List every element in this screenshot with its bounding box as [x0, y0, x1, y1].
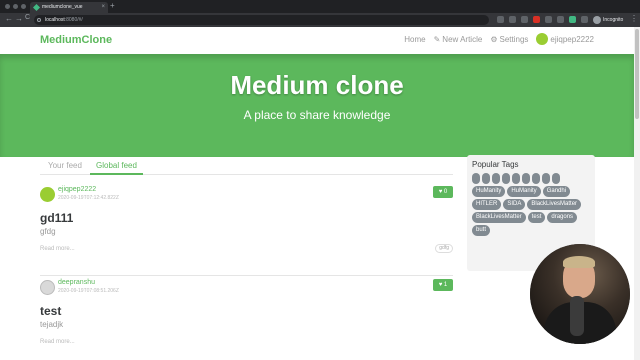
- vue-favicon-icon: [32, 3, 41, 12]
- key-icon[interactable]: [497, 16, 504, 23]
- tab-your-feed[interactable]: Your feed: [42, 160, 88, 175]
- nav-home-link[interactable]: Home: [404, 35, 425, 44]
- article-title[interactable]: gd111: [40, 211, 73, 225]
- tag-pill[interactable]: BlackLivesMatter: [527, 199, 582, 210]
- avatar[interactable]: [40, 280, 55, 295]
- microphone: [570, 296, 584, 336]
- reload-icon[interactable]: C: [25, 14, 30, 21]
- tag-list: HuManity HuManity Gandhi HITLER SIDA Bla…: [472, 173, 590, 236]
- puzzle-icon[interactable]: [581, 16, 588, 23]
- url-host: localhost: [45, 17, 65, 23]
- vue-devtools-icon[interactable]: [569, 16, 576, 23]
- tag-pill[interactable]: [532, 173, 540, 184]
- tag-pill[interactable]: BlackLivesMatter: [472, 212, 526, 223]
- extension-icon[interactable]: [521, 16, 528, 23]
- read-more-link[interactable]: Read more...: [40, 246, 75, 252]
- tag-pill[interactable]: [492, 173, 500, 184]
- back-icon[interactable]: ←: [5, 14, 13, 23]
- article-author[interactable]: ejiqpep2222: [58, 186, 96, 193]
- article-date: 2020-09-19T07:12:42.822Z: [58, 195, 119, 201]
- tag-pill[interactable]: test: [527, 212, 546, 223]
- avatar: [536, 33, 549, 45]
- extension-icon[interactable]: [533, 16, 540, 23]
- favorite-button[interactable]: ♥ 1: [433, 279, 453, 291]
- nav-new-article-link[interactable]: ✎ New Article: [434, 35, 483, 44]
- tag-pill[interactable]: HITLER: [472, 199, 502, 210]
- favorite-button[interactable]: ♥ 0: [433, 186, 453, 198]
- tag-pill[interactable]: Gandhi: [542, 186, 571, 197]
- nav-home-label: Home: [404, 34, 426, 44]
- tab-global-feed[interactable]: Global feed: [90, 160, 143, 175]
- window-controls[interactable]: [5, 4, 26, 9]
- webcam-overlay: [530, 244, 630, 344]
- banner-title: Medium clone: [230, 70, 404, 100]
- tag-pill[interactable]: HuManity: [507, 186, 541, 197]
- article-description[interactable]: gfdg: [40, 227, 56, 236]
- extension-icon[interactable]: [557, 16, 564, 23]
- extension-icons: [497, 16, 588, 23]
- nav-username: ejiqpep2222: [550, 34, 594, 44]
- article-tag: gdfg: [435, 244, 453, 253]
- feed-tabs: Your feed Global feed: [40, 157, 453, 175]
- address-bar[interactable]: localhost:8080/#/: [34, 15, 489, 25]
- banner-subtitle: A place to share knowledge: [243, 108, 391, 122]
- presenter-hair: [563, 256, 595, 268]
- article-author[interactable]: deepranshu: [58, 279, 95, 286]
- navbar: MediumClone Home ✎ New Article ⚙ Settings …: [0, 27, 634, 54]
- incognito-indicator[interactable]: Incognito: [593, 15, 623, 25]
- tab-close-icon[interactable]: ×: [101, 2, 105, 13]
- tag-pill[interactable]: [552, 173, 560, 184]
- browser-toolbar: ← → C localhost:8080/#/ Incognito ⋮: [0, 13, 640, 27]
- new-tab-button[interactable]: +: [110, 1, 115, 10]
- nav-settings-label: Settings: [499, 34, 529, 44]
- tag-pill[interactable]: butt: [472, 225, 491, 236]
- avatar[interactable]: [40, 187, 55, 202]
- browser-tab[interactable]: mediumclone_vue ×: [30, 2, 108, 13]
- star-icon[interactable]: [509, 16, 516, 23]
- article-preview: ejiqpep2222 2020-09-19T07:12:42.822Z ♥ 0…: [40, 184, 453, 276]
- brand-logo[interactable]: MediumClone: [40, 34, 112, 46]
- article-title[interactable]: test: [40, 304, 61, 318]
- tag-pill[interactable]: dragons: [547, 212, 578, 223]
- tag-pill[interactable]: [502, 173, 510, 184]
- browser-menu-icon[interactable]: ⋮: [630, 14, 638, 23]
- extension-icon[interactable]: [545, 16, 552, 23]
- edit-icon: ✎: [433, 34, 441, 44]
- nav-profile-link[interactable]: ejiqpep2222: [536, 33, 594, 45]
- gear-icon: ⚙: [490, 34, 498, 44]
- scrollbar-thumb[interactable]: [635, 29, 639, 119]
- tag-pill[interactable]: SIDA: [503, 199, 526, 210]
- tab-title: mediumclone_vue: [42, 4, 83, 10]
- nav-settings-link[interactable]: ⚙ Settings: [490, 35, 528, 44]
- browser-tabstrip: mediumclone_vue × +: [0, 0, 640, 13]
- tag-pill[interactable]: [522, 173, 530, 184]
- url-path: :8080/#/: [64, 17, 83, 23]
- article-date: 2020-09-19T07:08:51.206Z: [58, 288, 119, 294]
- tag-pill[interactable]: [482, 173, 490, 184]
- read-more-link[interactable]: Read more...: [40, 339, 75, 345]
- nav-new-article-label: New Article: [442, 34, 483, 44]
- tag-pill[interactable]: [512, 173, 520, 184]
- article-preview: deepranshu 2020-09-19T07:08:51.206Z ♥ 1 …: [40, 277, 453, 360]
- forward-icon[interactable]: →: [15, 14, 23, 23]
- sidebar-title: Popular Tags: [472, 160, 519, 169]
- article-description[interactable]: tejadjk: [40, 320, 63, 329]
- info-icon[interactable]: [37, 18, 41, 22]
- tag-pill[interactable]: [542, 173, 550, 184]
- tag-pill[interactable]: [472, 173, 480, 184]
- page-scrollbar[interactable]: [634, 27, 640, 360]
- hero-banner: Medium clone A place to share knowledge: [0, 54, 634, 157]
- tag-pill[interactable]: HuManity: [472, 186, 506, 197]
- nav-links: Home ✎ New Article ⚙ Settings ejiqpep2222: [404, 33, 594, 45]
